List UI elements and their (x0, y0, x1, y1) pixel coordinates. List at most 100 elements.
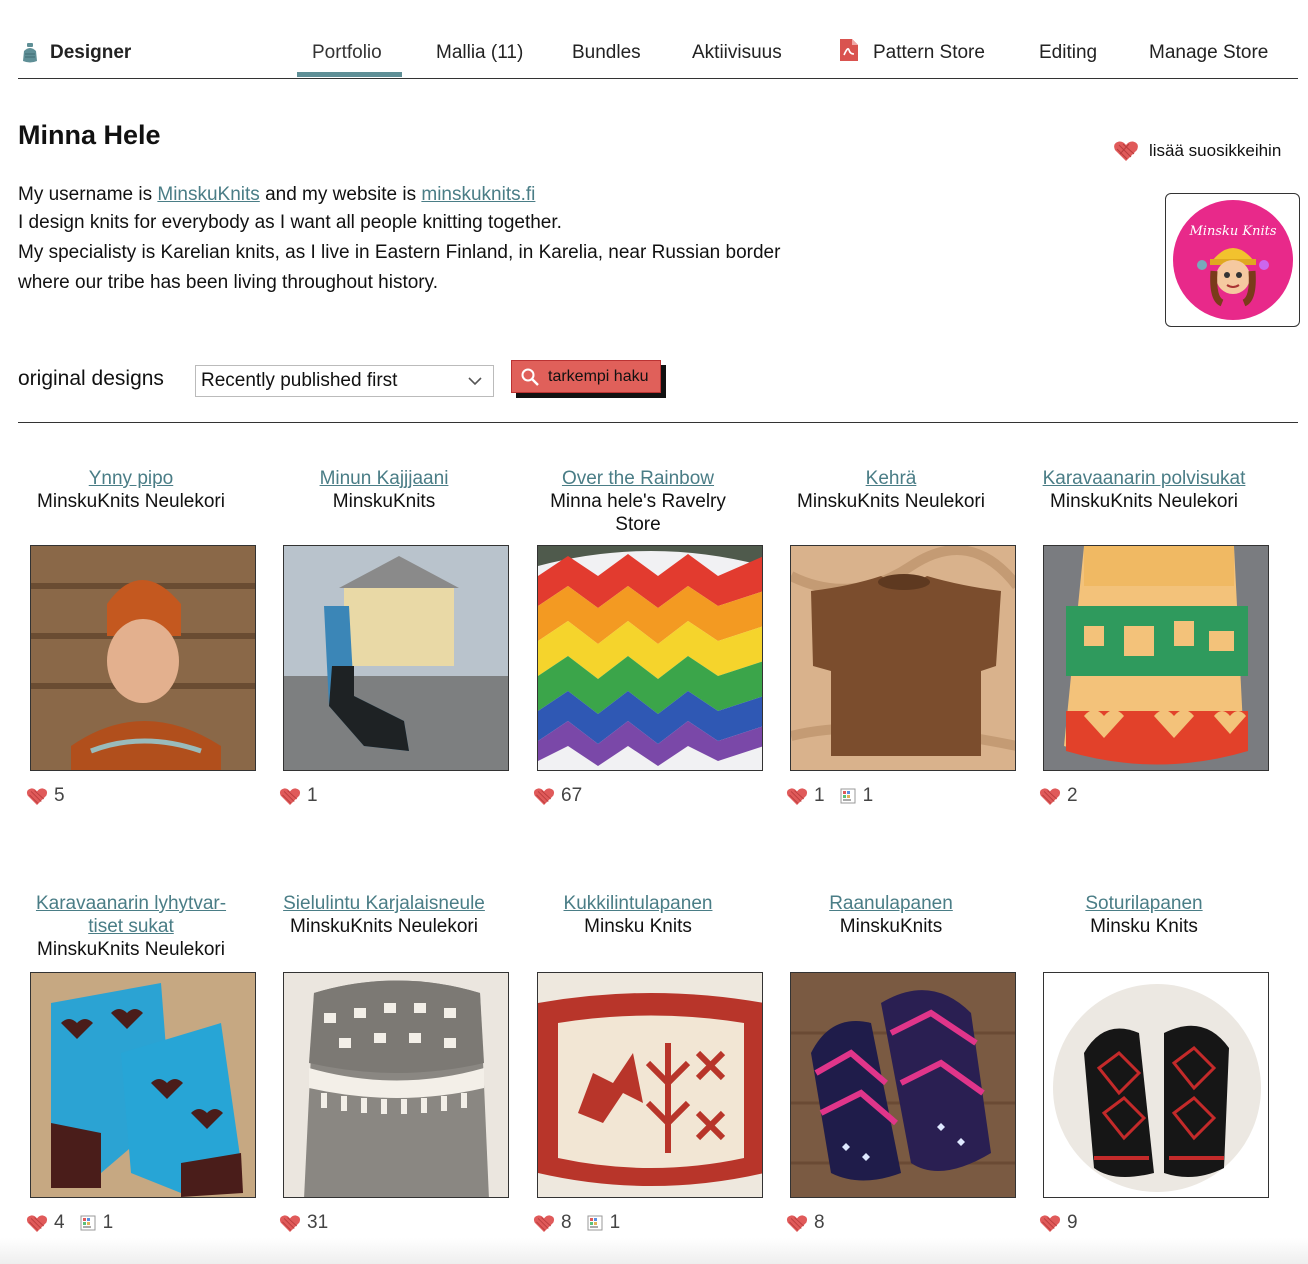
page-title: Minna Hele (18, 120, 161, 150)
advanced-search-button[interactable]: tarkempi haku (511, 360, 661, 393)
designer-home[interactable]: Designer (20, 42, 131, 64)
heart-icon (279, 1214, 301, 1232)
design-store: MinskuKnits Neulekori (37, 939, 225, 960)
bio-mid: and my website is (259, 184, 422, 205)
design-card: Karavaanarin polvisukat MinskuKnits Neul… (1031, 467, 1269, 806)
projects-count[interactable]: 1 (103, 1212, 114, 1234)
section-divider (18, 422, 1298, 423)
design-photo[interactable] (790, 972, 1016, 1198)
design-name-link[interactable]: Karavaanarin lyhytvar-tiset sukat (18, 892, 244, 938)
bio-line-4: where our tribe has been living througho… (18, 272, 439, 293)
design-photo[interactable] (283, 972, 509, 1198)
design-card: Kukkilintulapanen Minsku Knits 8 1 (525, 892, 763, 1233)
design-card: Raanulapanen MinskuKnits 8 (778, 892, 1016, 1233)
design-stats: 8 (786, 1212, 839, 1234)
tab-mallia[interactable]: Mallia (11) (436, 42, 523, 64)
design-store: Minsku Knits (584, 916, 692, 937)
design-card: Ynny pipo MinskuKnits Neulekori 5 (18, 467, 256, 806)
design-name-link[interactable]: Kehrä (778, 467, 1004, 490)
favorites-count[interactable]: 67 (561, 785, 582, 807)
heart-icon (279, 787, 301, 805)
tab-pattern-store[interactable]: Pattern Store (873, 42, 985, 64)
favorites-count[interactable]: 31 (307, 1212, 328, 1234)
design-photo[interactable] (537, 545, 763, 771)
heart-icon (786, 1214, 808, 1232)
design-store: Minna hele's Ravelry Store (550, 491, 726, 535)
active-tab-indicator (297, 72, 402, 77)
design-card: Minun Kajjjaani MinskuKnits 1 (271, 467, 509, 806)
filter-label: original designs (18, 367, 164, 390)
favorites-count[interactable]: 1 (814, 785, 825, 807)
design-stats: 4 1 (26, 1212, 127, 1234)
design-photo[interactable] (283, 545, 509, 771)
heart-icon (1039, 1214, 1061, 1232)
design-photo[interactable] (1043, 972, 1269, 1198)
add-favorite-button[interactable]: lisää suosikkeihin (1113, 140, 1281, 162)
design-name-link[interactable]: Soturilapanen (1031, 892, 1257, 915)
favorites-count[interactable]: 9 (1067, 1212, 1078, 1234)
design-photo[interactable] (30, 545, 256, 771)
design-name-link[interactable]: Over the Rainbow (525, 467, 751, 490)
heart-icon (533, 1214, 555, 1232)
favorites-count[interactable]: 5 (54, 785, 65, 807)
design-stats: 2 (1039, 785, 1092, 807)
avatar[interactable]: Minsku Knits (1165, 193, 1300, 327)
design-store: MinskuKnits Neulekori (797, 491, 985, 512)
design-stats: 31 (279, 1212, 342, 1234)
design-store: Minsku Knits (1090, 916, 1198, 937)
add-favorite-label: lisää suosikkeihin (1149, 141, 1282, 160)
projects-count[interactable]: 1 (610, 1212, 621, 1234)
advanced-search-label: tarkempi haku (548, 367, 649, 385)
favorites-count[interactable]: 8 (814, 1212, 825, 1234)
design-store: MinskuKnits (332, 491, 436, 512)
design-stats: 9 (1039, 1212, 1092, 1234)
designer-bio: My username is MinskuKnits and my websit… (18, 182, 838, 298)
heart-icon (1114, 141, 1138, 161)
tab-editing[interactable]: Editing (1039, 42, 1097, 64)
bio-line-3: My specialisty is Karelian knits, as I l… (18, 242, 781, 263)
sort-select[interactable]: Recently published first (195, 365, 494, 397)
bio-prefix: My username is (18, 184, 158, 205)
projects-count[interactable]: 1 (863, 785, 874, 807)
design-photo[interactable] (1043, 545, 1269, 771)
design-name-link[interactable]: Ynny pipo (18, 467, 244, 490)
favorites-count[interactable]: 2 (1067, 785, 1078, 807)
username-link[interactable]: MinskuKnits (157, 184, 259, 205)
design-card: Soturilapanen Minsku Knits 9 (1031, 892, 1269, 1233)
design-store: MinskuKnits Neulekori (290, 916, 478, 937)
design-name-link[interactable]: Kukkilintulapanen (525, 892, 751, 915)
tab-portfolio[interactable]: Portfolio (312, 42, 382, 64)
design-name-link[interactable]: Karavaanarin polvisukat (1031, 467, 1257, 490)
favorites-count[interactable]: 4 (54, 1212, 65, 1234)
design-stats: 5 (26, 785, 79, 807)
chevron-down-icon (468, 377, 482, 386)
design-photo[interactable] (537, 972, 763, 1198)
design-name-link[interactable]: Minun Kajjjaani (271, 467, 497, 490)
website-link[interactable]: minskuknits.fi (421, 184, 535, 205)
design-name-link[interactable]: Sielulintu Karjalaisneule (271, 892, 497, 915)
designer-label: Designer (50, 42, 132, 63)
favorites-count[interactable]: 1 (307, 785, 318, 807)
design-photo[interactable] (30, 972, 256, 1198)
design-card: Over the Rainbow Minna hele's Ravelry St… (525, 467, 763, 806)
design-stats: 1 1 (786, 785, 887, 807)
heart-icon (26, 1214, 48, 1232)
design-store: MinskuKnits Neulekori (1050, 491, 1238, 512)
design-store: MinskuKnits (839, 916, 943, 937)
page-bottom-fade (0, 1238, 1308, 1264)
projects-icon (840, 788, 856, 804)
tab-manage-store[interactable]: Manage Store (1149, 42, 1268, 64)
design-name-link[interactable]: Raanulapanen (778, 892, 1004, 915)
tab-bundles[interactable]: Bundles (572, 42, 641, 64)
design-stats: 67 (533, 785, 596, 807)
heart-icon (786, 787, 808, 805)
heart-icon (1039, 787, 1061, 805)
bio-line-2: I design knits for everybody as I want a… (18, 212, 562, 233)
projects-icon (587, 1215, 603, 1231)
tab-aktiivisuus[interactable]: Aktiivisuus (692, 42, 782, 64)
avatar-logo-text: Minsku Knits (1188, 224, 1276, 239)
favorites-count[interactable]: 8 (561, 1212, 572, 1234)
design-card: Sielulintu Karjalaisneule MinskuKnits Ne… (271, 892, 509, 1233)
top-nav: Designer Portfolio Mallia (11) Bundles A… (18, 30, 1298, 79)
design-photo[interactable] (790, 545, 1016, 771)
